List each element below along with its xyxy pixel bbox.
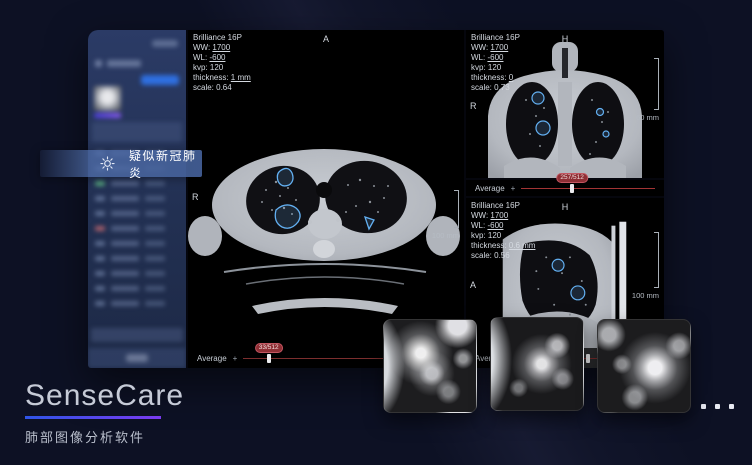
ruler-label: 100 mm: [432, 231, 459, 240]
series-thumbnail[interactable]: [94, 86, 121, 111]
slice-index-badge: 257/512: [556, 173, 588, 183]
scan-param: scale: 0.56: [471, 251, 535, 261]
scan-param: thickness: 1 mm: [193, 73, 251, 83]
sidebar-skeleton-row: [92, 206, 182, 221]
device-name: Brilliance 16P: [193, 33, 251, 43]
slider-track[interactable]: 257/512: [521, 188, 655, 189]
sagittal-meta-overlay: Brilliance 16PWW: 1700WL: -600kvp: 120th…: [471, 201, 535, 261]
brand-underline: [25, 416, 161, 419]
axial-meta-overlay: Brilliance 16PWW: 1700WL: -600kvp: 120th…: [193, 33, 251, 93]
lesion-contour: [277, 168, 293, 185]
brand-subtitle: 肺部图像分析软件: [25, 427, 184, 446]
coronal-viewport[interactable]: Brilliance 16PWW: 1700WL: -600kvp: 120th…: [466, 30, 664, 178]
orientation-marker-top: H: [562, 34, 569, 44]
lesion-contour: [603, 131, 609, 137]
orientation-marker-left: R: [192, 192, 199, 202]
more-menu[interactable]: [701, 404, 734, 409]
slider-handle[interactable]: [586, 354, 590, 363]
scan-param: thickness: 0.6 mm: [471, 241, 535, 251]
scale-ruler: 100 mm: [632, 232, 659, 300]
scan-param: scale: 0.73: [471, 83, 520, 93]
device-name: Brilliance 16P: [471, 33, 520, 43]
slider-mode-label[interactable]: Average: [197, 354, 227, 363]
ruler-label: 60 mm: [636, 113, 659, 122]
lesion-patch-1[interactable]: [383, 319, 477, 413]
scan-param: kvp: 120: [471, 231, 535, 241]
sidebar-skeleton-row: [92, 296, 182, 311]
lesion-contour: [571, 286, 585, 300]
scan-param: scale: 0.64: [193, 83, 251, 93]
gear-icon: [100, 156, 115, 171]
slider-mode-label[interactable]: Average: [475, 184, 505, 193]
sidebar-footer-button[interactable]: [126, 354, 148, 362]
sidebar-selected-row: [91, 328, 183, 342]
ellipsis-dot: [729, 404, 734, 409]
sidebar-info-panel: [92, 122, 182, 142]
scan-param: kvp: 120: [471, 63, 520, 73]
series-scroll-slider: Average + 257/512: [466, 180, 664, 196]
patient-icon: [95, 60, 102, 67]
slider-step-icon[interactable]: +: [511, 184, 516, 193]
axial-viewport[interactable]: Brilliance 16PWW: 1700WL: -600kvp: 120th…: [188, 30, 464, 368]
scale-ruler: 100 mm: [432, 190, 459, 240]
brand-block: SenseCare 肺部图像分析软件: [25, 379, 184, 446]
desktop-background: Brilliance 16PWW: 1700WL: -600kvp: 120th…: [0, 0, 752, 465]
slice-index-badge: 33/512: [255, 343, 283, 353]
sidebar-title-row: [95, 60, 141, 67]
lesion-patch-2[interactable]: [490, 317, 584, 411]
scan-param: WW: 1700: [471, 211, 535, 221]
ruler-bracket: [454, 190, 459, 228]
patient-name-skeleton: [107, 60, 141, 67]
sidebar-skeleton-row: [92, 281, 182, 296]
lesion-patch-3[interactable]: [597, 319, 691, 413]
series-progress-bar: [94, 113, 121, 118]
orientation-marker-left: A: [470, 280, 476, 290]
scan-param: kvp: 120: [193, 63, 251, 73]
lesion-contour: [532, 92, 544, 104]
ruler-bracket: [654, 232, 659, 288]
sidebar-skeleton-row: [92, 191, 182, 206]
slider-step-icon[interactable]: +: [233, 354, 238, 363]
series-slider-strip: Average + 257/512: [466, 180, 664, 196]
sidebar-skeleton-row: [92, 266, 182, 281]
orientation-marker-left: R: [470, 101, 477, 111]
scan-param: thickness: 0: [471, 73, 520, 83]
slider-handle[interactable]: [570, 184, 574, 193]
lesion-contour: [597, 109, 604, 116]
sidebar-skeleton-row: [92, 236, 182, 251]
lesion-contour: [536, 121, 550, 135]
sidebar-skeleton-row: [92, 251, 182, 266]
sidebar-action-button[interactable]: [141, 75, 179, 85]
lesion-contour: [552, 259, 564, 271]
ruler-bracket: [654, 58, 659, 110]
ellipsis-dot: [701, 404, 706, 409]
scan-param: WW: 1700: [471, 43, 520, 53]
brand-title: SenseCare: [25, 379, 184, 413]
sidebar: [88, 30, 186, 368]
device-name: Brilliance 16P: [471, 201, 535, 211]
sidebar-skeleton-row: [92, 221, 182, 236]
scan-param: WW: 1700: [193, 43, 251, 53]
sidebar-header-pill: [152, 40, 178, 47]
ruler-label: 100 mm: [632, 291, 659, 300]
ai-finding-label: 疑似新冠肺炎: [129, 147, 202, 181]
scale-ruler: 60 mm: [636, 58, 659, 122]
orientation-marker-top: A: [323, 34, 329, 44]
lesion-contour: [275, 205, 300, 228]
ellipsis-dot: [715, 404, 720, 409]
slider-handle[interactable]: [267, 354, 271, 363]
scan-param: WL: -600: [193, 53, 251, 63]
coronal-meta-overlay: Brilliance 16PWW: 1700WL: -600kvp: 120th…: [471, 33, 520, 93]
ai-finding-tooltip[interactable]: 疑似新冠肺炎: [40, 150, 202, 177]
scan-param: WL: -600: [471, 53, 520, 63]
scan-param: WL: -600: [471, 221, 535, 231]
orientation-marker-top: H: [562, 202, 569, 212]
sidebar-content: [88, 30, 186, 368]
sidebar-footer: [88, 348, 186, 368]
